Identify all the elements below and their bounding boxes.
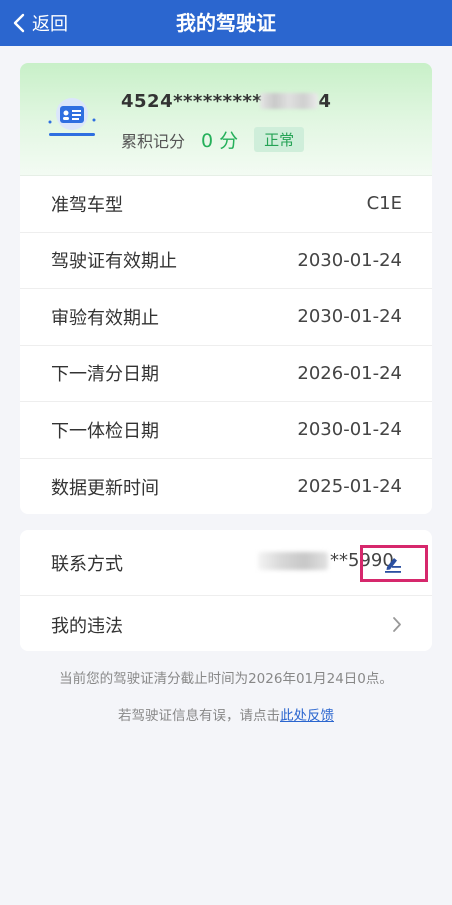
- status-badge: 正常: [254, 127, 305, 152]
- row-label: 下一体检日期: [51, 420, 159, 442]
- row-label: 审验有效期止: [51, 307, 159, 329]
- license-card: 4524********* 4 累积记分 0 分 正常 准驾车型 C1E 驾驶证有…: [20, 63, 432, 514]
- info-row-next-reset: 下一清分日期 2026-01-24: [20, 346, 432, 402]
- row-value: 2026-01-24: [297, 362, 402, 384]
- info-row-data-updated: 数据更新时间 2025-01-24: [20, 459, 432, 515]
- reset-notice: 当前您的驾驶证清分截止时间为2026年01月24日0点。: [59, 671, 393, 687]
- row-label: 数据更新时间: [51, 477, 159, 499]
- feedback-link[interactable]: 此处反馈: [280, 708, 334, 724]
- license-summary: 4524********* 4 累积记分 0 分 正常: [20, 63, 432, 176]
- masked-blur: [258, 551, 328, 570]
- contact-label: 联系方式: [51, 554, 123, 575]
- row-value: 2030-01-24: [297, 419, 402, 441]
- top-bar: 返回 我的驾驶证: [0, 0, 452, 46]
- edit-contact-button[interactable]: [360, 545, 428, 582]
- row-value: C1E: [366, 193, 402, 215]
- points-value: 0 分: [201, 130, 239, 152]
- row-label: 驾驶证有效期止: [51, 251, 177, 273]
- feedback-prefix: 若驾驶证信息有误，请点击: [118, 708, 280, 724]
- license-number-suffix: 4: [318, 91, 332, 112]
- points-label: 累积记分: [121, 131, 186, 151]
- row-value: 2025-01-24: [297, 476, 402, 498]
- violations-label: 我的违法: [51, 616, 123, 637]
- row-value: 2030-01-24: [297, 306, 402, 328]
- info-row-next-medical: 下一体检日期 2030-01-24: [20, 402, 432, 459]
- id-card-icon: [48, 98, 96, 136]
- masked-blur: [260, 93, 319, 109]
- points-row: 累积记分 0 分 正常: [121, 126, 305, 153]
- edit-pencil-icon: [385, 557, 401, 573]
- info-row-review-expiry: 审验有效期止 2030-01-24: [20, 289, 432, 346]
- row-value: 2030-01-24: [297, 249, 402, 271]
- feedback-line: 若驾驶证信息有误，请点击此处反馈: [0, 704, 452, 724]
- chevron-right-icon: [393, 617, 401, 632]
- info-row-vehicle-class: 准驾车型 C1E: [20, 176, 432, 233]
- info-row-license-expiry: 驾驶证有效期止 2030-01-24: [20, 233, 432, 289]
- license-number-visible: 4524*********: [121, 91, 263, 112]
- row-label: 准驾车型: [51, 194, 123, 216]
- violations-row[interactable]: 我的违法: [20, 596, 432, 651]
- page-title: 我的驾驶证: [176, 11, 276, 35]
- license-number: 4524********* 4: [121, 91, 331, 112]
- row-label: 下一清分日期: [51, 364, 159, 386]
